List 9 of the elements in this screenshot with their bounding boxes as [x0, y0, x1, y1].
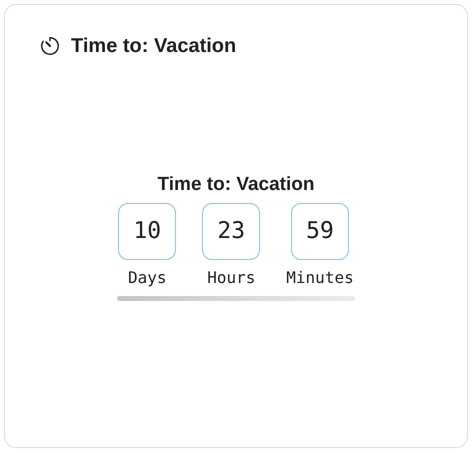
countdown-unit-label: Days — [128, 267, 167, 289]
countdown-unit-label: Minutes — [286, 267, 354, 289]
countdown-value: 10 — [118, 203, 176, 260]
timer-icon — [39, 35, 61, 57]
countdown-value: 59 — [291, 203, 349, 260]
card-title: Time to: Vacation — [71, 34, 236, 59]
countdown-value: 23 — [202, 203, 260, 260]
countdown-title: Time to: Vacation — [158, 173, 314, 197]
countdown-unit-label: Hours — [207, 267, 256, 289]
